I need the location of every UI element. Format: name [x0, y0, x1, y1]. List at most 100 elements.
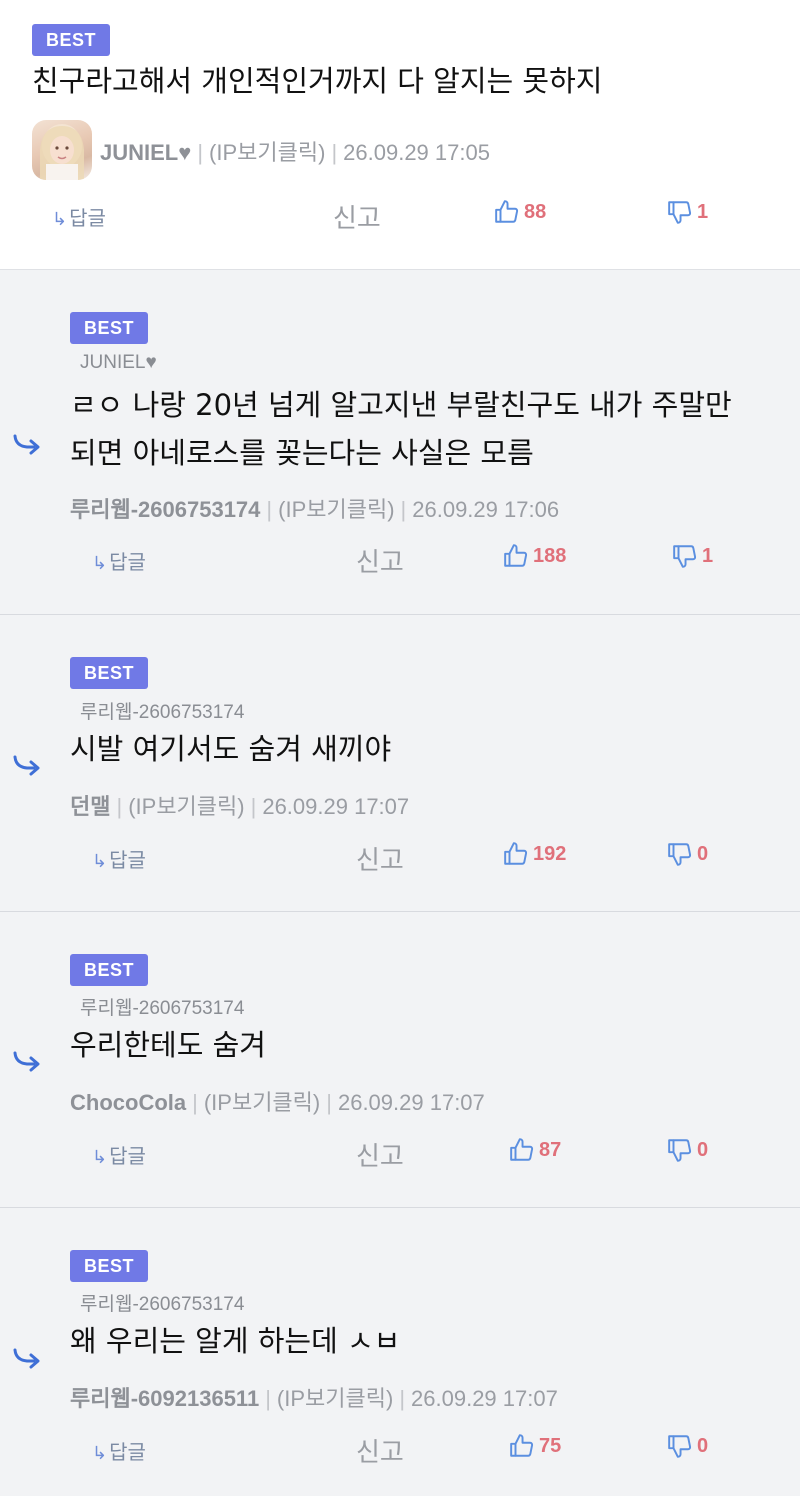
best-badge: BEST [70, 1250, 149, 1282]
author-nickname[interactable]: 루리웹-2606753174 [70, 497, 260, 522]
reply-label: 답글 [109, 1442, 146, 1464]
comment-date: 26.09.29 17:05 [343, 140, 490, 165]
meta-separator: | [265, 1386, 271, 1411]
report-button[interactable]: 신고 [356, 1432, 404, 1469]
meta-separator: | [331, 140, 338, 165]
reply-arrow-icon: ↳ [92, 553, 108, 573]
dislike-button[interactable]: 0 [667, 1433, 708, 1459]
like-count: 87 [539, 1138, 562, 1161]
like-button[interactable]: 75 [509, 1433, 561, 1459]
report-button[interactable]: 신고 [356, 1136, 404, 1173]
report-button[interactable]: 신고 [333, 198, 381, 235]
meta-separator: | [116, 794, 123, 819]
author-nickname[interactable]: ChocoCola [70, 1090, 186, 1115]
best-badge: BEST [70, 657, 149, 689]
meta-separator: | [192, 1090, 198, 1115]
parent-nickname: 루리웹-2606753174 [80, 702, 245, 723]
comment-meta: 루리웹-6092136511 | (IP보기클릭) | 26.09.29 17:07 [70, 1381, 558, 1413]
author-nickname[interactable]: JUNIEL♥ [100, 140, 191, 165]
parent-nickname: JUNIEL♥ [80, 352, 157, 373]
dislike-count: 0 [697, 1138, 709, 1161]
reply-card: BEST 루리웹-2606753174 우리한테도 숨겨 ChocoCola |(… [0, 912, 800, 1208]
dislike-count: 1 [697, 200, 709, 223]
thumbs-down-icon [673, 545, 697, 568]
comment-date: 26.09.29 17:06 [412, 497, 560, 522]
indent-arrow-icon [13, 755, 40, 776]
meta-separator: | [326, 1090, 332, 1115]
reply-arrow-icon: ↳ [92, 1147, 108, 1167]
meta-separator: | [250, 794, 257, 819]
report-button[interactable]: 신고 [356, 542, 404, 579]
avatar[interactable] [32, 120, 92, 180]
thumbs-up-icon [495, 200, 519, 223]
dislike-button[interactable]: 0 [667, 841, 708, 867]
reply-button[interactable]: ↳ 답글 [52, 202, 106, 231]
like-count: 75 [539, 1434, 562, 1457]
reply-card: BEST 루리웹-2606753174 왜 우리는 알게 하는데 ㅅㅂ 루리웹-… [0, 1208, 800, 1496]
reply-label: 답글 [69, 208, 106, 230]
reply-button[interactable]: ↳ 답글 [92, 546, 146, 575]
like-button[interactable]: 87 [509, 1137, 561, 1163]
reply-button[interactable]: ↳ 답글 [92, 1140, 146, 1169]
thumbs-up-icon [510, 1434, 534, 1457]
parent-nickname: 루리웹-2606753174 [80, 1294, 245, 1315]
best-badge: BEST [70, 954, 149, 986]
parent-nickname: 루리웹-2606753174 [80, 998, 245, 1019]
reply-arrow-icon: ↳ [92, 851, 108, 871]
indent-arrow-icon [13, 1051, 40, 1072]
report-button[interactable]: 신고 [356, 840, 404, 877]
author-nickname[interactable]: 루리웹-6092136511 [70, 1386, 259, 1411]
indent-arrow-icon [13, 1348, 40, 1369]
dislike-button[interactable]: 1 [667, 199, 708, 225]
thumbs-up-icon [504, 544, 528, 567]
reply-arrow-icon: ↳ [52, 209, 68, 229]
meta-separator: | [400, 497, 407, 522]
like-count: 192 [533, 842, 567, 865]
comment-meta: ChocoCola | (IP보기클릭) | 26.09.29 17:07 [70, 1085, 485, 1117]
best-badge: BEST [70, 312, 149, 344]
meta-separator: | [399, 1386, 406, 1411]
reply-arrow-icon: ↳ [92, 1443, 108, 1463]
ip-view-link[interactable]: (IP보기클릭) [128, 794, 244, 819]
like-button[interactable]: 88 [494, 199, 546, 225]
comment-card: BEST 친구라고해서 개인적인거까지 다 알지는 못하지 JUNIEL♥ | (I… [0, 0, 800, 270]
reply-card: BEST 루리웹-2606753174 시발 여기서도 숨겨 새끼야 던맬 | (I… [0, 615, 800, 912]
ip-view-link[interactable]: (IP보기클릭) [277, 1386, 393, 1411]
indent-arrow-icon [13, 434, 40, 455]
comment-text-line-1: ㄹㅇ 나랑 20년 넘게 알고지낸 부랄친구도 내가 주말만 [70, 388, 732, 422]
like-count: 188 [533, 544, 567, 567]
dislike-button[interactable]: 0 [667, 1137, 708, 1163]
thumbs-down-icon [668, 1435, 692, 1458]
comment-date: 26.09.29 17:07 [411, 1386, 558, 1411]
dislike-button[interactable]: 1 [672, 543, 713, 569]
ip-view-link[interactable]: (IP보기클릭) [209, 140, 325, 165]
thumbs-down-icon [668, 201, 692, 224]
dislike-count: 0 [697, 1434, 709, 1457]
comment-meta: JUNIEL♥ | (IP보기클릭) | 26.09.29 17:05 [100, 135, 490, 167]
reply-button[interactable]: ↳ 답글 [92, 844, 146, 873]
comment-meta: 던맬 | (IP보기클릭) | 26.09.29 17:07 [70, 789, 409, 821]
thumbs-up-icon [510, 1138, 534, 1161]
comment-text: 시발 여기서도 숨겨 새끼야 [70, 732, 392, 766]
like-count: 88 [524, 200, 547, 223]
best-badge: BEST [32, 24, 111, 56]
meta-separator: | [197, 140, 204, 165]
dislike-count: 0 [697, 842, 709, 865]
comment-text: 왜 우리는 알게 하는데 ㅅㅂ [70, 1324, 401, 1358]
comment-date: 26.09.29 17:07 [262, 794, 410, 819]
comment-text: 친구라고해서 개인적인거까지 다 알지는 못하지 [32, 64, 603, 98]
reply-button[interactable]: ↳ 답글 [92, 1436, 146, 1465]
reply-card: BEST JUNIEL♥ ㄹㅇ 나랑 20년 넘게 알고지낸 부랄친구도 내가 … [0, 270, 800, 615]
thumbs-down-icon [668, 1139, 692, 1162]
meta-separator: | [266, 497, 273, 522]
reply-label: 답글 [109, 850, 146, 872]
comment-text-line-2: 되면 아네로스를 꽂는다는 사실은 모름 [70, 436, 534, 470]
dislike-count: 1 [702, 544, 714, 567]
author-nickname[interactable]: 던맬 [70, 794, 110, 819]
like-button[interactable]: 192 [503, 841, 566, 867]
ip-view-link[interactable]: (IP보기클릭) [278, 497, 394, 522]
comment-text: 우리한테도 숨겨 [70, 1028, 266, 1062]
like-button[interactable]: 188 [503, 543, 566, 569]
reply-label: 답글 [109, 1146, 146, 1168]
ip-view-link[interactable]: (IP보기클릭) [204, 1090, 320, 1115]
